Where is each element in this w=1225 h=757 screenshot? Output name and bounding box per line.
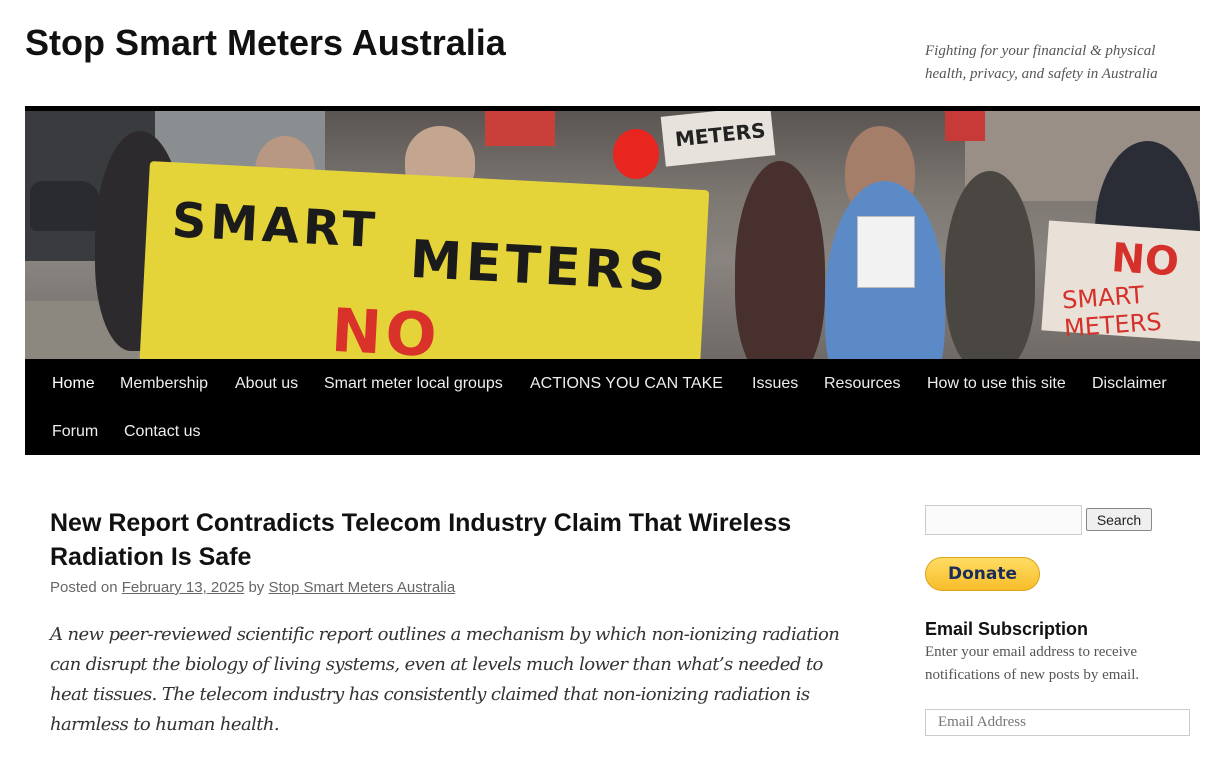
post-summary: A new peer-reviewed scientific report ou… xyxy=(50,624,840,735)
search-button[interactable]: Search xyxy=(1086,508,1152,531)
post-date-link[interactable]: February 13, 2025 xyxy=(122,579,245,596)
post-title[interactable]: New Report Contradicts Telecom Industry … xyxy=(50,506,850,574)
email-subscription-text: Enter your email address to receive noti… xyxy=(925,644,1140,683)
post-author-link[interactable]: Stop Smart Meters Australia xyxy=(268,579,455,596)
donate-button[interactable]: Donate xyxy=(925,557,1040,591)
header-banner-image: SMART METERS NO METERS NO SMART METERS xyxy=(25,111,1200,359)
nav-item-about-us[interactable]: About us xyxy=(235,375,298,393)
email-address-input[interactable] xyxy=(925,709,1190,736)
by-label: by xyxy=(244,579,269,596)
posted-on-label: Posted on xyxy=(50,579,122,596)
nav-item-how-to-use[interactable]: How to use this site xyxy=(927,375,1066,393)
site-title[interactable]: Stop Smart Meters Australia xyxy=(25,22,506,64)
banner-sign-smart-meters-no: SMART METERS NO xyxy=(139,161,710,359)
nav-item-issues[interactable]: Issues xyxy=(752,375,798,393)
main-navigation: Home Membership About us Smart meter loc… xyxy=(25,359,1200,455)
nav-item-resources[interactable]: Resources xyxy=(824,375,900,393)
protest-card xyxy=(857,216,915,288)
nav-item-membership[interactable]: Membership xyxy=(120,375,208,393)
post-meta: Posted on February 13, 2025 by Stop Smar… xyxy=(50,579,455,596)
search-input[interactable] xyxy=(925,505,1082,535)
nav-item-home[interactable]: Home xyxy=(52,375,95,393)
email-subscription-title: Email Subscription xyxy=(925,619,1089,639)
banner-sign-no-smart-meters: NO SMART METERS xyxy=(1041,220,1200,342)
nav-item-disclaimer[interactable]: Disclaimer xyxy=(1092,375,1167,393)
site-description: Fighting for your financial & physical h… xyxy=(925,43,1158,82)
nav-item-contact-us[interactable]: Contact us xyxy=(124,423,200,441)
nav-item-actions[interactable]: ACTIONS YOU CAN TAKE xyxy=(530,375,723,393)
red-balloon xyxy=(613,129,659,179)
nav-item-forum[interactable]: Forum xyxy=(52,423,98,441)
nav-item-local-groups[interactable]: Smart meter local groups xyxy=(324,375,503,393)
